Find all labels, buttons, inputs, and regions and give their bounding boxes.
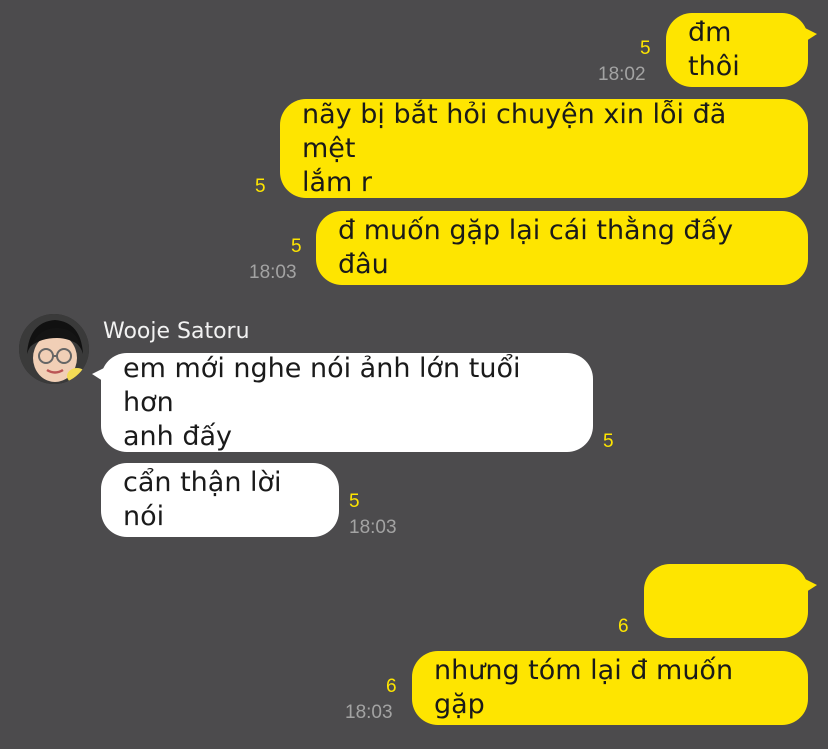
- message-text: em mới nghe nói ảnh lớn tuổi hơn anh đấy: [123, 352, 521, 452]
- message-text: cẩn thận lời nói: [123, 467, 291, 532]
- sender-name: Wooje Satoru: [103, 319, 250, 344]
- sweat-smile-icon: [662, 583, 698, 686]
- message-bubble[interactable]: nhưng tóm lại đ muốn gặp: [412, 651, 808, 725]
- unread-count: 6: [618, 616, 629, 637]
- message-text: nhưng tóm lại đ muốn gặp: [434, 655, 742, 720]
- unread-count: 5: [255, 176, 266, 197]
- message-bubble[interactable]: [644, 564, 817, 686]
- unread-count: 6: [386, 676, 397, 697]
- message-text: đ muốn gặp lại cái thằng đấy đâu: [338, 215, 742, 280]
- profile-photo-icon: [19, 314, 89, 384]
- message-bubble[interactable]: cẩn thận lời nói: [101, 463, 339, 537]
- message-time: 18:02: [598, 64, 646, 85]
- message-time: 18:03: [345, 702, 393, 723]
- message-text: đm thôi: [688, 17, 741, 82]
- sweat-smile-icon: [704, 583, 740, 686]
- message-bubble[interactable]: đm thôi: [666, 13, 817, 87]
- message-bubble[interactable]: em mới nghe nói ảnh lớn tuổi hơn anh đấy: [92, 352, 593, 452]
- sweat-smile-icon: [746, 583, 782, 686]
- message-bubble[interactable]: nãy bị bắt hỏi chuyện xin lỗi đã mệt lắm…: [280, 99, 808, 198]
- message-text: nãy bị bắt hỏi chuyện xin lỗi đã mệt lắm…: [302, 98, 727, 198]
- unread-count: 5: [640, 38, 651, 59]
- unread-count: 5: [291, 236, 302, 257]
- unread-count: 5: [603, 431, 614, 452]
- message-time: 18:03: [349, 517, 397, 538]
- avatar[interactable]: [19, 314, 89, 384]
- message-bubble[interactable]: đ muốn gặp lại cái thằng đấy đâu: [316, 211, 808, 285]
- unread-count: 5: [349, 491, 360, 512]
- message-time: 18:03: [249, 262, 297, 283]
